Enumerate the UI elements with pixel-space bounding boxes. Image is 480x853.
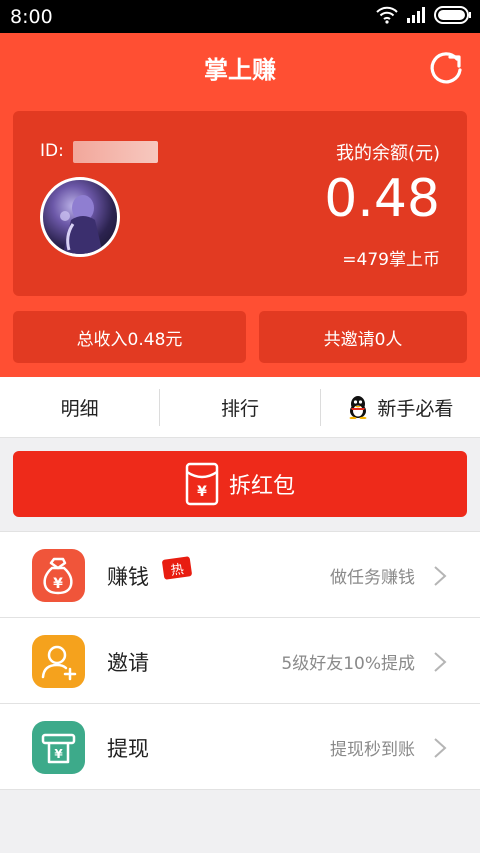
- tab-beginner-guide[interactable]: 新手必看: [321, 377, 480, 437]
- hot-badge: 热: [161, 556, 193, 580]
- chevron-right-icon: [434, 566, 447, 586]
- menu-item-earn[interactable]: ¥ 赚钱 热 做任务赚钱: [0, 532, 480, 618]
- menu-item-withdraw-desc: 提现秒到账: [330, 740, 415, 760]
- total-income-box[interactable]: 总收入0.48元: [13, 311, 246, 363]
- avatar[interactable]: [40, 177, 120, 257]
- invited-count-text: 共邀请0人: [323, 329, 403, 350]
- menu-item-withdraw-title: 提现: [107, 737, 149, 761]
- app-title: 掌上赚: [204, 56, 276, 84]
- menu-item-invite-desc: 5级好友10%提成: [281, 654, 415, 674]
- menu-item-invite[interactable]: 邀请 5级好友10%提成: [0, 618, 480, 704]
- total-income-text: 总收入0.48元: [76, 329, 183, 350]
- balance-label: 我的余额(元): [335, 143, 440, 164]
- status-time: 8:00: [10, 6, 53, 28]
- open-red-packet-button[interactable]: ¥ 拆红包: [13, 451, 467, 517]
- svg-text:¥: ¥: [54, 747, 63, 761]
- menu-item-earn-desc: 做任务赚钱: [330, 568, 415, 588]
- header: 掌上赚 ID: 我的余额(元) 0.48 =479掌上币 总收入0.48元 共邀…: [0, 33, 480, 377]
- menu-item-earn-title: 赚钱: [107, 565, 149, 589]
- status-icons: [376, 6, 472, 24]
- tab-details[interactable]: 明细: [0, 377, 159, 437]
- refresh-button[interactable]: [426, 48, 466, 88]
- signal-icon: [407, 7, 425, 23]
- feature-menu: ¥ 赚钱 热 做任务赚钱 邀请 5级好友10%提成 ¥ 提现 提现秒到账: [0, 531, 480, 790]
- avatar-figure-icon: [60, 195, 103, 254]
- balance-value: 0.48: [324, 169, 440, 229]
- tab-beginner-guide-label: 新手必看: [377, 397, 454, 420]
- chevron-right-icon: [434, 738, 447, 758]
- open-red-packet-label: 拆红包: [228, 474, 295, 499]
- withdraw-icon: ¥: [32, 721, 85, 774]
- user-id-label: ID:: [40, 141, 64, 161]
- svg-text:¥: ¥: [53, 576, 63, 592]
- coin-balance: =479掌上币: [342, 250, 440, 270]
- wifi-icon: [376, 6, 398, 24]
- tab-bar: 明细 排行 新手必看: [0, 377, 480, 438]
- user-id-mask: [73, 141, 158, 163]
- balance-card: ID: 我的余额(元) 0.48 =479掌上币: [13, 111, 467, 296]
- menu-item-invite-title: 邀请: [107, 651, 149, 675]
- invited-count-box[interactable]: 共邀请0人: [259, 311, 467, 363]
- tab-ranking[interactable]: 排行: [160, 377, 319, 437]
- tab-details-label: 明细: [60, 397, 99, 420]
- svg-text:¥: ¥: [197, 484, 207, 500]
- menu-item-withdraw[interactable]: ¥ 提现 提现秒到账: [0, 704, 480, 790]
- money-bag-icon: ¥: [32, 549, 85, 602]
- invite-user-icon: [32, 635, 85, 688]
- status-bar: 8:00: [0, 0, 480, 33]
- qq-penguin-icon: [349, 396, 367, 419]
- chevron-right-icon: [434, 652, 447, 672]
- refresh-icon: [430, 52, 462, 84]
- battery-icon: [434, 6, 471, 24]
- tab-ranking-label: 排行: [220, 397, 259, 420]
- red-packet-icon: ¥: [185, 462, 219, 506]
